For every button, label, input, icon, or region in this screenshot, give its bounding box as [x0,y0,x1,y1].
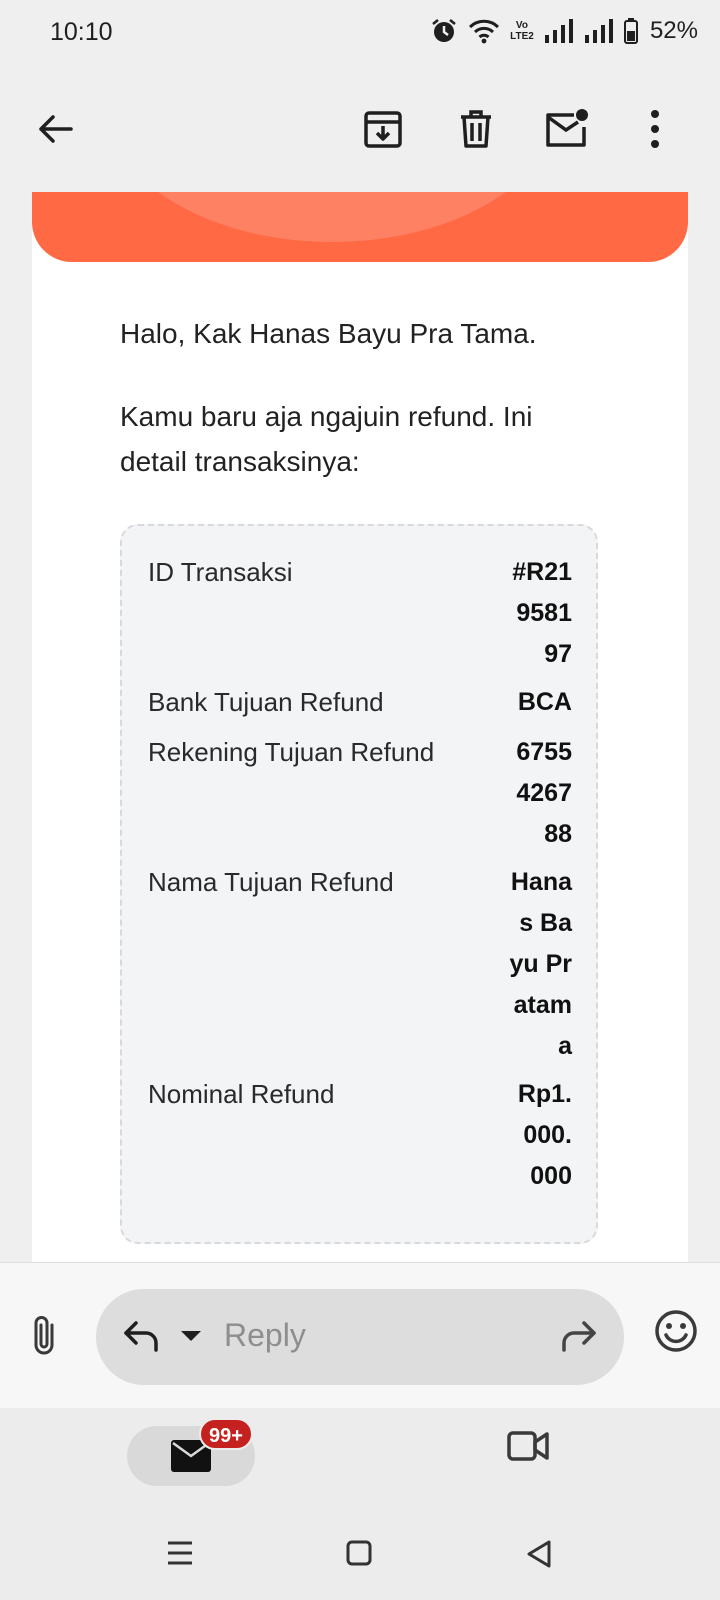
back-button[interactable] [30,104,80,154]
back-arrow-icon [39,115,73,143]
battery-percent: 52% [649,17,698,44]
detail-label: Nama Tujuan Refund [148,867,394,897]
detail-label: Nominal Refund [148,1079,335,1109]
more-options-button[interactable] [630,104,680,154]
video-camera-icon [507,1431,549,1461]
intro-text: Kamu baru aja ngajuin refund. Ini detail… [120,401,533,477]
signal-icon-1 [544,19,574,43]
wifi-icon [468,18,500,44]
archive-icon [364,111,402,148]
reply-options-caret-icon[interactable] [180,1329,202,1348]
detail-value: Rp1.000.000 [517,1080,572,1190]
forward-icon[interactable] [558,1319,598,1358]
bottom-nav: 99+ [0,1408,720,1512]
detail-label: Rekening Tujuan Refund [148,737,435,767]
reply-placeholder: Reply [224,1317,306,1353]
detail-value: #R21958197 [512,558,572,668]
status-time: 10:10 [50,18,113,46]
reply-input[interactable]: Reply [96,1289,624,1385]
signal-icon-2 [584,19,614,43]
home-button[interactable] [346,1540,372,1571]
attach-button[interactable] [28,1313,62,1362]
more-vert-icon [651,110,659,148]
recents-button[interactable] [166,1540,194,1571]
triangle-back-icon [527,1540,551,1568]
status-icons: Vo LTE2 52% [430,16,698,46]
status-bar: 10:10 Vo LTE2 52% [0,0,720,64]
emoji-button[interactable] [654,1309,698,1358]
detail-value: Hanas Bayu Pratama [509,868,572,1060]
greeting-text: Halo, Kak Hanas Bayu Pra Tama. [120,318,537,349]
reply-icon[interactable] [122,1319,162,1358]
paperclip-icon [34,1316,54,1355]
detail-label: ID Transaksi [148,557,293,587]
email-banner [32,192,688,262]
archive-button[interactable] [358,104,408,154]
banner-decoration [102,192,562,242]
mark-unread-button[interactable] [542,104,592,154]
square-icon [346,1540,372,1566]
delete-button[interactable] [451,104,501,154]
battery-icon [623,18,638,44]
alarm-icon [430,17,458,45]
tab-meet[interactable] [506,1428,550,1469]
email-toolbar [0,64,720,192]
transaction-details: ID Transaksi #R21958197 Bank Tujuan Refu… [120,524,598,1244]
mark-unread-icon [546,109,588,147]
system-navigation [0,1512,720,1600]
detail-value: 6755426788 [516,738,572,848]
mail-unread-badge: 99+ [199,1418,253,1450]
menu-icon [168,1541,192,1565]
detail-label: Bank Tujuan Refund [148,687,384,717]
back-nav-button[interactable] [526,1540,552,1573]
trash-icon [461,110,491,148]
detail-value: BCA [517,688,572,716]
emoji-icon [655,1310,697,1352]
reply-bar: Reply [0,1262,720,1409]
volte-label: Vo LTE2 [510,20,534,42]
